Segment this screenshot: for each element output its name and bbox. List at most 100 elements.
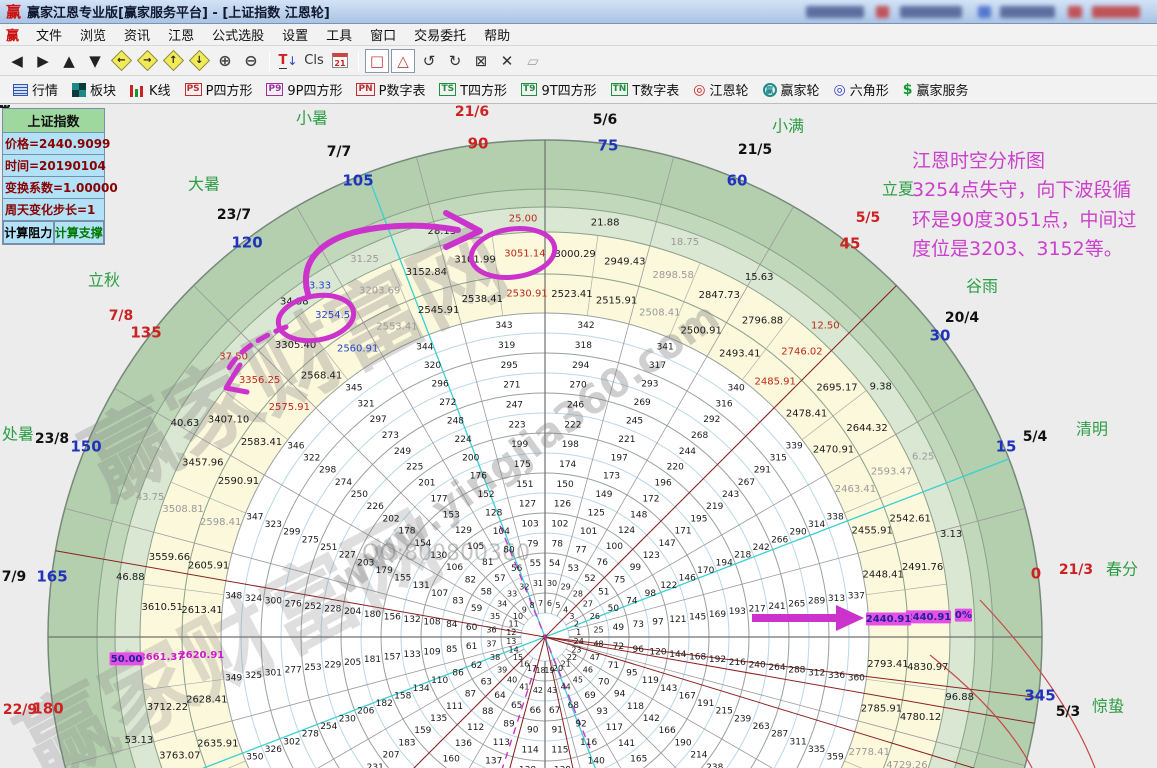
menu-item-2[interactable]: 资讯 [115,23,159,46]
svg-text:202: 202 [382,514,399,524]
zoom-out-button[interactable]: ⊖ [239,49,263,73]
svg-text:340: 340 [728,383,745,393]
svg-text:316: 316 [715,399,732,409]
pan-left-button[interactable]: ← [109,49,133,73]
rotate-cw-button[interactable]: ↻ [443,49,467,73]
svg-text:275: 275 [302,535,319,545]
calc-resistance-button[interactable]: 计算阻力 [3,221,54,244]
svg-text:201: 201 [418,479,435,489]
menu-item-3[interactable]: 江恩 [159,23,203,46]
zoom-in-button[interactable]: ⊕ [213,49,237,73]
svg-text:50.00: 50.00 [111,654,143,665]
svg-text:2628.41: 2628.41 [186,695,227,706]
svg-text:269: 269 [634,398,651,408]
svg-text:51: 51 [598,587,609,597]
svg-text:145: 145 [689,612,706,622]
svg-text:48: 48 [593,640,603,649]
square-tool-button[interactable]: □ [365,49,389,73]
pan-up-button[interactable]: ↑ [161,49,185,73]
9p-square-view-button[interactable]: P99P四方形 [263,79,345,100]
menu-item-4[interactable]: 公式选股 [203,23,273,46]
menu-item-8[interactable]: 交易委托 [405,23,475,46]
nav-up-button[interactable]: ▲ [57,49,81,73]
nav-last-button[interactable]: ▶ [31,49,55,73]
menu-item-7[interactable]: 窗口 [361,23,405,46]
svg-text:231: 231 [367,763,384,768]
t-square-view-button[interactable]: TST四方形 [436,79,510,100]
menu-logo-icon: 赢 [6,25,19,44]
panel-row-2: 变换系数=1.00000 [3,177,104,199]
cls-button[interactable]: Cls [302,49,326,73]
kline-view-button[interactable]: K线 [127,79,174,100]
svg-text:立秋: 立秋 [88,271,120,290]
9t-square-view-button[interactable]: T99T四方形 [518,79,600,100]
svg-text:110: 110 [431,676,448,686]
svg-text:2440.91: 2440.91 [866,614,912,625]
svg-text:160: 160 [443,755,460,765]
pan-down-button[interactable]: ↓ [187,49,211,73]
svg-text:2470.91: 2470.91 [813,445,854,456]
svg-text:153: 153 [443,510,460,520]
nav-down-button[interactable]: ▼ [83,49,107,73]
svg-text:49: 49 [613,623,625,633]
panel-title: 上证指数 [3,109,104,133]
svg-text:7/7: 7/7 [327,144,352,160]
toolbar-separator [269,51,270,71]
svg-text:218: 218 [734,551,751,561]
svg-text:97: 97 [652,618,663,628]
quotes-view-button[interactable]: 行情 [10,79,61,100]
pan-right-button[interactable]: → [135,49,159,73]
svg-text:175: 175 [514,460,531,470]
winner-wheel-view-button[interactable]: 赢赢家轮 [760,79,823,100]
calc-support-button[interactable]: 计算支撑 [54,221,105,244]
box-x-button[interactable]: ⊠ [469,49,493,73]
svg-text:70: 70 [598,678,610,688]
svg-text:239: 239 [734,714,751,724]
svg-text:192: 192 [709,655,726,665]
svg-text:147: 147 [659,539,676,549]
svg-text:194: 194 [716,558,733,568]
t-square-icon: TS [439,83,456,96]
calendar-button[interactable]: 21 [328,49,352,73]
menu-item-0[interactable]: 文件 [27,23,71,46]
menu-item-5[interactable]: 设置 [273,23,317,46]
hexagon-view-button[interactable]: ◎六角形 [831,79,892,100]
svg-text:109: 109 [423,647,440,657]
svg-text:3559.66: 3559.66 [149,552,190,563]
svg-text:112: 112 [467,723,484,733]
svg-text:38: 38 [490,653,500,662]
titlebar-blurred-item [978,6,991,18]
svg-text:5/6: 5/6 [593,112,618,128]
svg-text:53.13: 53.13 [125,735,154,746]
triangle-tool-button[interactable]: △ [391,49,415,73]
sectors-label: 板块 [90,80,116,99]
svg-text:2545.91: 2545.91 [418,305,459,316]
svg-text:165: 165 [630,755,647,765]
svg-text:87: 87 [465,690,476,700]
p-table-view-button[interactable]: PNP数字表 [353,79,428,100]
svg-text:2455.91: 2455.91 [851,526,892,537]
nav-first-button[interactable]: ◀ [5,49,29,73]
t-down-button[interactable]: T↓ [276,49,300,73]
sectors-view-button[interactable]: 板块 [69,79,119,100]
winner-service-view-button[interactable]: $赢家服务 [900,79,972,100]
svg-text:220: 220 [667,463,684,473]
svg-text:199: 199 [511,440,528,450]
gann-wheel-view-button[interactable]: ◎江恩轮 [690,79,751,100]
svg-text:43.75: 43.75 [136,492,165,503]
svg-text:3000.29: 3000.29 [554,249,595,260]
winner-service-icon: $ [903,82,913,98]
p-square-view-button[interactable]: PSP四方形 [182,79,256,100]
t-table-view-button[interactable]: TNT数字表 [608,79,683,100]
svg-text:3203.69: 3203.69 [359,285,400,296]
svg-text:71: 71 [608,661,619,671]
svg-text:2644.32: 2644.32 [846,423,887,434]
eraser-button[interactable]: ▱ [521,49,545,73]
menu-item-1[interactable]: 浏览 [71,23,115,46]
svg-text:141: 141 [618,739,635,749]
crosshair-button[interactable]: ✕ [495,49,519,73]
menu-item-9[interactable]: 帮助 [475,23,519,46]
menu-item-6[interactable]: 工具 [317,23,361,46]
rotate-ccw-button[interactable]: ↺ [417,49,441,73]
svg-text:115: 115 [551,746,568,756]
